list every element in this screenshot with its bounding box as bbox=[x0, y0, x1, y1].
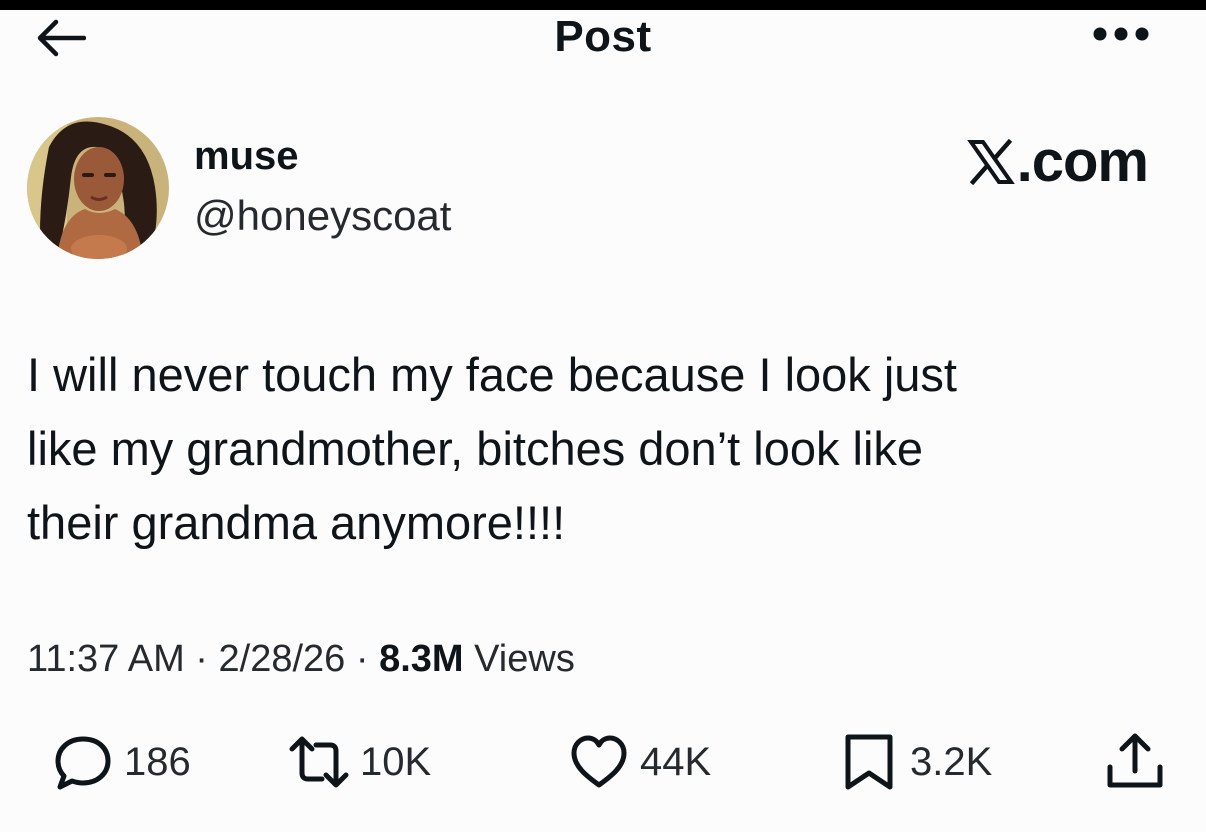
x-logo-icon bbox=[966, 138, 1015, 185]
post-date[interactable]: 2/28/26 bbox=[219, 638, 346, 680]
bookmark-count: 3.2K bbox=[910, 739, 993, 784]
bookmark-icon bbox=[845, 734, 893, 790]
reply-button[interactable]: 186 bbox=[52, 730, 191, 794]
repost-button[interactable]: 10K bbox=[288, 730, 431, 794]
avatar[interactable] bbox=[27, 117, 169, 259]
post-text-line: like my grandmother, bitches don’t look … bbox=[27, 422, 924, 475]
reply-count: 186 bbox=[124, 739, 191, 784]
more-horizontal-icon[interactable] bbox=[1092, 26, 1150, 42]
reply-icon bbox=[55, 736, 111, 790]
status-bar-strip bbox=[0, 0, 1206, 10]
action-bar: 186 10K 44K 3.2K bbox=[0, 730, 1206, 794]
heart-icon bbox=[571, 735, 627, 788]
post-text-line: I will never touch my face because I loo… bbox=[27, 348, 957, 401]
post-metadata: 11:37 AM · 2/28/26 · 8.3M Views bbox=[27, 638, 575, 681]
brand-label: .com bbox=[1016, 129, 1149, 194]
repost-count: 10K bbox=[360, 739, 432, 784]
avatar-image bbox=[27, 117, 169, 259]
like-count: 44K bbox=[640, 739, 712, 784]
repost-icon bbox=[289, 736, 349, 788]
author-handle[interactable]: @honeyscoat bbox=[194, 192, 451, 240]
post-text: I will never touch my face because I loo… bbox=[27, 338, 1137, 560]
x-brand-watermark: .com bbox=[966, 128, 1149, 195]
author-display-name[interactable]: muse bbox=[194, 134, 299, 179]
like-button[interactable]: 44K bbox=[568, 730, 711, 794]
page-title: Post bbox=[554, 12, 652, 61]
bookmark-button[interactable]: 3.2K bbox=[838, 730, 992, 794]
share-icon bbox=[1107, 733, 1163, 788]
post-text-line: their grandma anymore!!!! bbox=[27, 496, 566, 549]
post-time[interactable]: 11:37 AM bbox=[27, 638, 185, 680]
views-label: Views bbox=[463, 638, 575, 680]
meta-separator: · bbox=[184, 638, 219, 680]
views-count[interactable]: 8.3M bbox=[379, 638, 463, 680]
share-button[interactable] bbox=[1104, 730, 1166, 794]
meta-separator: · bbox=[345, 638, 380, 680]
post-header: Post bbox=[0, 10, 1206, 61]
